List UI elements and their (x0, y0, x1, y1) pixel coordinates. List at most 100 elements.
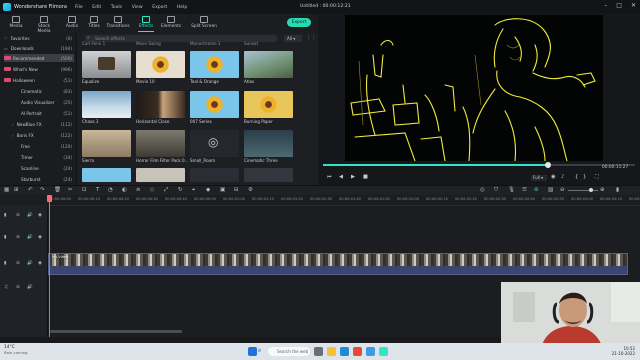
eye-icon[interactable]: ◉ (38, 213, 42, 218)
transform-icon[interactable]: ⤢ (164, 187, 168, 194)
sidebar-item-downloads[interactable]: ▭ Downloads (194) (4, 44, 74, 52)
effect-thumb-movie-10[interactable] (136, 51, 185, 78)
close-icon[interactable]: ✕ (631, 2, 636, 9)
store-icon[interactable] (366, 347, 375, 356)
tab-effects[interactable]: Effects (134, 15, 158, 32)
tab-elements[interactable]: Elements (159, 15, 183, 32)
tab-stock-media[interactable]: Stock Media (32, 15, 56, 34)
fullscreen-icon[interactable]: ⛶ (595, 174, 599, 181)
lock-icon[interactable]: ⊘ (16, 285, 20, 290)
mute-icon[interactable]: 🔊 (27, 213, 33, 218)
list-icon[interactable]: ☰ (522, 187, 527, 193)
filmora-taskbar-icon[interactable] (379, 347, 388, 356)
windows-start-icon[interactable] (248, 347, 257, 356)
mask-icon[interactable]: ◇ (150, 187, 154, 193)
tab-audio[interactable]: Audio (60, 15, 84, 32)
tab-transitions[interactable]: Transitions (106, 15, 130, 32)
effect-thumb-equalize[interactable] (82, 51, 131, 78)
effect-thumb-cinematic-three[interactable] (244, 130, 293, 157)
motion-icon[interactable]: ↻ (178, 187, 183, 193)
sidebar-item-halloween[interactable]: Halloween (51) (4, 76, 74, 84)
system-clock[interactable]: 10:52 21-10-2022 (612, 346, 635, 356)
effect-thumb-horror-film[interactable] (136, 130, 185, 157)
zoom-out-icon[interactable]: ⊖ (560, 187, 565, 193)
edge-icon[interactable] (340, 347, 349, 356)
image-icon[interactable]: ▨ (548, 187, 553, 193)
effect-thumb-sierra[interactable] (82, 130, 131, 157)
effect-thumb[interactable] (190, 168, 239, 182)
stop-icon[interactable]: ■ (363, 174, 368, 180)
effect-thumb-burning-paper[interactable] (244, 91, 293, 118)
mute-icon[interactable]: 🔊 (27, 285, 33, 290)
tab-media[interactable]: Media (4, 15, 28, 32)
mute-icon[interactable]: 🔊 (27, 261, 33, 266)
effect-thumb-small-room[interactable]: ◎ (190, 130, 239, 157)
render-icon[interactable]: ◎ (480, 187, 485, 193)
previous-frame-icon[interactable]: ⏮ (327, 174, 332, 181)
taskbar-search-input[interactable]: Search the web (268, 347, 310, 356)
grid-view-icon[interactable]: ⋮⋮ (306, 35, 316, 41)
panel-toggle-icon[interactable]: ▮ (616, 187, 619, 193)
play-icon[interactable]: ▶ (351, 174, 355, 180)
sidebar-item-whats-new[interactable]: What's New (996) (4, 65, 74, 73)
keyframe-icon[interactable]: ◆ (206, 187, 210, 193)
layout-icon[interactable]: ▦ (4, 187, 9, 193)
export-button[interactable]: Export (287, 18, 311, 27)
sidebar-item-starburst[interactable]: Starburst (24) (4, 175, 74, 183)
tab-split-screen[interactable]: Split Screen (189, 15, 219, 32)
mute-icon[interactable]: 🔊 (27, 235, 33, 240)
eye-icon[interactable]: ◉ (38, 235, 42, 240)
in-point-icon[interactable]: { (575, 174, 578, 180)
speed-icon[interactable]: ◔ (108, 187, 113, 193)
search-icon[interactable]: ⌕ (258, 347, 267, 356)
timeline-ruler[interactable]: 00:00:00:00 00:00:00:10 00:00:00:20 00:00:0… (47, 195, 640, 206)
menu-file[interactable]: File (75, 5, 83, 10)
green-screen-icon[interactable]: ▣ (220, 187, 225, 193)
lock-icon[interactable]: ⊘ (16, 235, 20, 240)
settings-icon[interactable]: ⚙ (248, 187, 253, 193)
add-track-icon[interactable]: ⊞ (14, 187, 19, 193)
undo-icon[interactable]: ↶ (28, 187, 33, 193)
menu-tools[interactable]: Tools (111, 5, 122, 10)
maximize-icon[interactable]: □ (616, 2, 622, 9)
snapshot-icon[interactable]: ◉ (551, 174, 556, 180)
snap-icon[interactable]: ⊚ (534, 187, 539, 193)
split-screen-tool-icon[interactable]: ⊟ (234, 187, 239, 193)
eye-icon[interactable]: ◉ (38, 261, 42, 266)
effect-thumb-horizontal-close[interactable] (136, 91, 185, 118)
split-icon[interactable]: ✂ (68, 187, 73, 193)
task-view-icon[interactable] (314, 347, 323, 356)
tab-titles[interactable]: Titles (82, 15, 106, 32)
weather-widget[interactable]: 14°C Rain coming (4, 345, 28, 355)
effect-thumb-teal-orange[interactable] (190, 51, 239, 78)
preview-scrubber[interactable] (323, 162, 635, 168)
lock-icon[interactable]: ⊘ (16, 213, 20, 218)
sidebar-item-recommended[interactable]: Recommended (500) (4, 54, 74, 62)
effect-thumb-chaos-3[interactable] (82, 91, 131, 118)
effect-thumb[interactable] (136, 168, 185, 182)
timeline-scrollbar[interactable] (50, 330, 182, 333)
effect-thumb-007-series[interactable] (190, 91, 239, 118)
sidebar-item-audio-visualizer[interactable]: Audio Visualizer (25) (4, 98, 74, 106)
file-explorer-icon[interactable] (327, 347, 336, 356)
microphone-icon[interactable]: 🎙 (508, 187, 515, 193)
video-clip[interactable]: My Video (48, 253, 628, 275)
sidebar-item-ai-portrait[interactable]: AI Portrait (51) (4, 109, 74, 117)
step-back-icon[interactable]: ◀ (339, 174, 343, 180)
menu-help[interactable]: Help (177, 5, 187, 10)
playhead[interactable] (47, 195, 52, 337)
sidebar-item-free[interactable]: Free (120) (4, 142, 74, 150)
color-icon[interactable]: ◐ (122, 187, 127, 193)
sidebar-item-boris-fx[interactable]: › Boris FX (122) (4, 131, 74, 139)
zoom-slider[interactable] (568, 190, 598, 191)
volume-icon[interactable]: ♪ (561, 174, 564, 180)
minimize-icon[interactable]: – (604, 2, 607, 9)
stabilize-icon[interactable]: ⌖ (192, 187, 195, 194)
video-preview[interactable] (345, 15, 603, 161)
effect-thumb[interactable] (82, 168, 131, 182)
crop-icon[interactable]: ⊡ (82, 187, 87, 193)
zoom-in-icon[interactable]: ⊕ (600, 187, 605, 193)
scrubber-handle[interactable] (544, 162, 551, 168)
lock-icon[interactable]: ⊘ (16, 261, 20, 266)
menu-export[interactable]: Export (152, 5, 167, 10)
